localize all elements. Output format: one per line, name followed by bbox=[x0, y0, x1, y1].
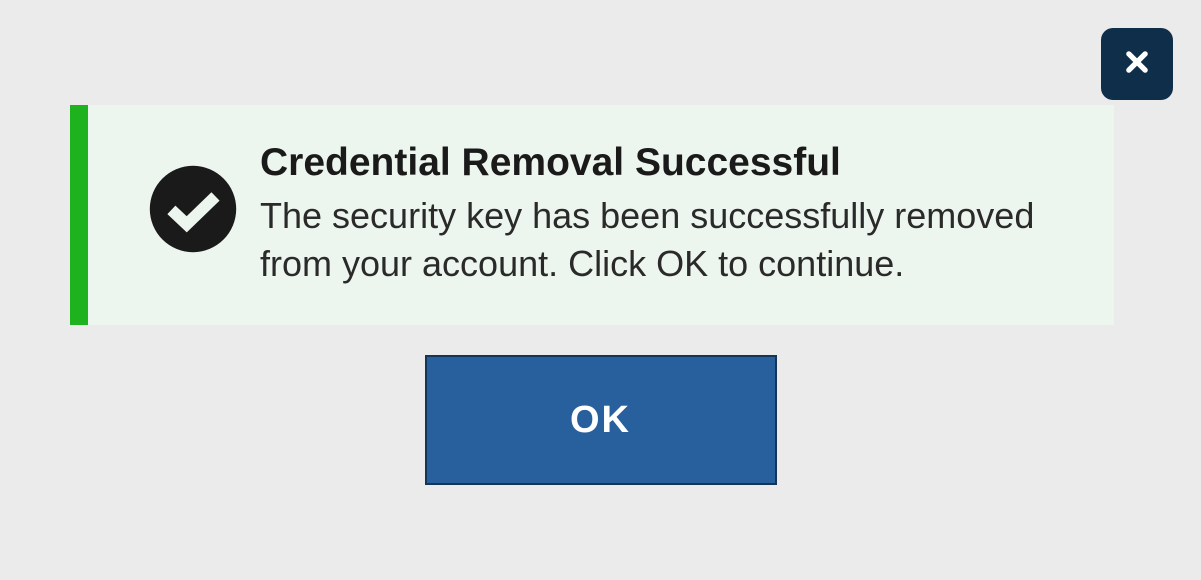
alert-text-block: Credential Removal Successful The securi… bbox=[260, 141, 1074, 289]
close-icon bbox=[1123, 48, 1151, 81]
success-alert: Credential Removal Successful The securi… bbox=[70, 105, 1114, 325]
check-circle-icon bbox=[148, 164, 238, 254]
alert-title: Credential Removal Successful bbox=[260, 141, 1074, 186]
ok-button-label: OK bbox=[570, 399, 631, 442]
alert-message: The security key has been successfully r… bbox=[260, 192, 1074, 289]
ok-button[interactable]: OK bbox=[425, 355, 777, 485]
close-button[interactable] bbox=[1101, 28, 1173, 100]
